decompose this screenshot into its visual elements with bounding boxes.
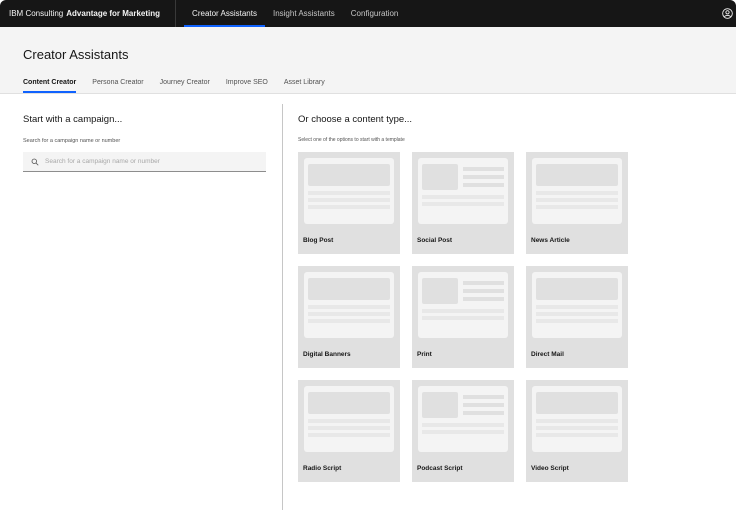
card-direct-mail[interactable]: Direct Mail xyxy=(526,266,628,368)
tab-label: Content Creator xyxy=(23,78,77,86)
tab-journey-creator[interactable]: Journey Creator xyxy=(152,71,218,93)
card-label: Print xyxy=(417,351,432,358)
brand-prefix: IBM Consulting xyxy=(9,9,64,18)
card-label: Digital Banners xyxy=(303,351,351,358)
template-thumbnail xyxy=(304,272,394,338)
content-tabs: Content Creator Persona Creator Journey … xyxy=(15,71,333,93)
top-nav: Creator Assistants Insight Assistants Co… xyxy=(184,0,406,27)
template-thumbnail xyxy=(418,158,508,224)
content-type-grid: Blog Post Social Post News Article Digit… xyxy=(298,152,628,482)
card-digital-banners[interactable]: Digital Banners xyxy=(298,266,400,368)
card-social-post[interactable]: Social Post xyxy=(412,152,514,254)
campaign-search-input[interactable] xyxy=(45,158,245,165)
tab-label: Asset Library xyxy=(283,78,325,86)
top-nav-bar: IBM Consulting Advantage for Marketing C… xyxy=(0,0,736,27)
card-label: News Article xyxy=(531,237,570,244)
tab-label: Journey Creator xyxy=(159,78,210,86)
top-nav-label: Creator Assistants xyxy=(192,9,257,18)
search-icon xyxy=(31,158,39,166)
card-podcast-script[interactable]: Podcast Script xyxy=(412,380,514,482)
card-label: Social Post xyxy=(417,237,453,244)
app-window: IBM Consulting Advantage for Marketing C… xyxy=(0,0,736,524)
content-type-helper: Select one of the options to start with … xyxy=(298,137,405,143)
card-radio-script[interactable]: Radio Script xyxy=(298,380,400,482)
tab-improve-seo[interactable]: Improve SEO xyxy=(218,71,276,93)
tab-asset-library[interactable]: Asset Library xyxy=(276,71,333,93)
top-nav-label: Insight Assistants xyxy=(272,9,335,18)
template-thumbnail xyxy=(532,386,622,452)
campaign-heading: Start with a campaign... xyxy=(23,114,123,125)
content-type-panel: Or choose a content type... Select one o… xyxy=(283,94,736,524)
card-label: Video Script xyxy=(531,465,569,472)
card-news-article[interactable]: News Article xyxy=(526,152,628,254)
card-print[interactable]: Print xyxy=(412,266,514,368)
template-thumbnail xyxy=(532,272,622,338)
page-title: Creator Assistants xyxy=(23,47,129,62)
card-blog-post[interactable]: Blog Post xyxy=(298,152,400,254)
tab-label: Persona Creator xyxy=(92,78,144,86)
content-type-heading: Or choose a content type... xyxy=(298,114,413,125)
tab-content-creator[interactable]: Content Creator xyxy=(15,71,84,93)
template-thumbnail xyxy=(418,272,508,338)
card-label: Direct Mail xyxy=(531,351,564,358)
template-thumbnail xyxy=(532,158,622,224)
user-avatar-icon[interactable] xyxy=(722,8,733,19)
template-thumbnail xyxy=(304,386,394,452)
tab-label: Improve SEO xyxy=(225,78,268,86)
top-nav-creator-assistants[interactable]: Creator Assistants xyxy=(184,0,265,27)
top-nav-configuration[interactable]: Configuration xyxy=(343,0,407,27)
card-label: Podcast Script xyxy=(417,465,463,472)
top-nav-label: Configuration xyxy=(350,9,399,18)
top-nav-insight-assistants[interactable]: Insight Assistants xyxy=(265,0,343,27)
tab-persona-creator[interactable]: Persona Creator xyxy=(84,71,151,93)
brand-bold: Advantage for Marketing xyxy=(66,9,161,18)
page-header: Creator Assistants Content Creator Perso… xyxy=(0,27,736,94)
brand-name[interactable]: IBM Consulting Advantage for Marketing xyxy=(0,0,177,27)
card-label: Blog Post xyxy=(303,237,334,244)
template-thumbnail xyxy=(304,158,394,224)
campaign-panel: Start with a campaign... Search for a ca… xyxy=(0,94,282,524)
template-thumbnail xyxy=(418,386,508,452)
card-video-script[interactable]: Video Script xyxy=(526,380,628,482)
search-label: Search for a campaign name or number xyxy=(23,138,121,144)
campaign-search-field[interactable] xyxy=(23,152,266,172)
card-label: Radio Script xyxy=(303,465,342,472)
